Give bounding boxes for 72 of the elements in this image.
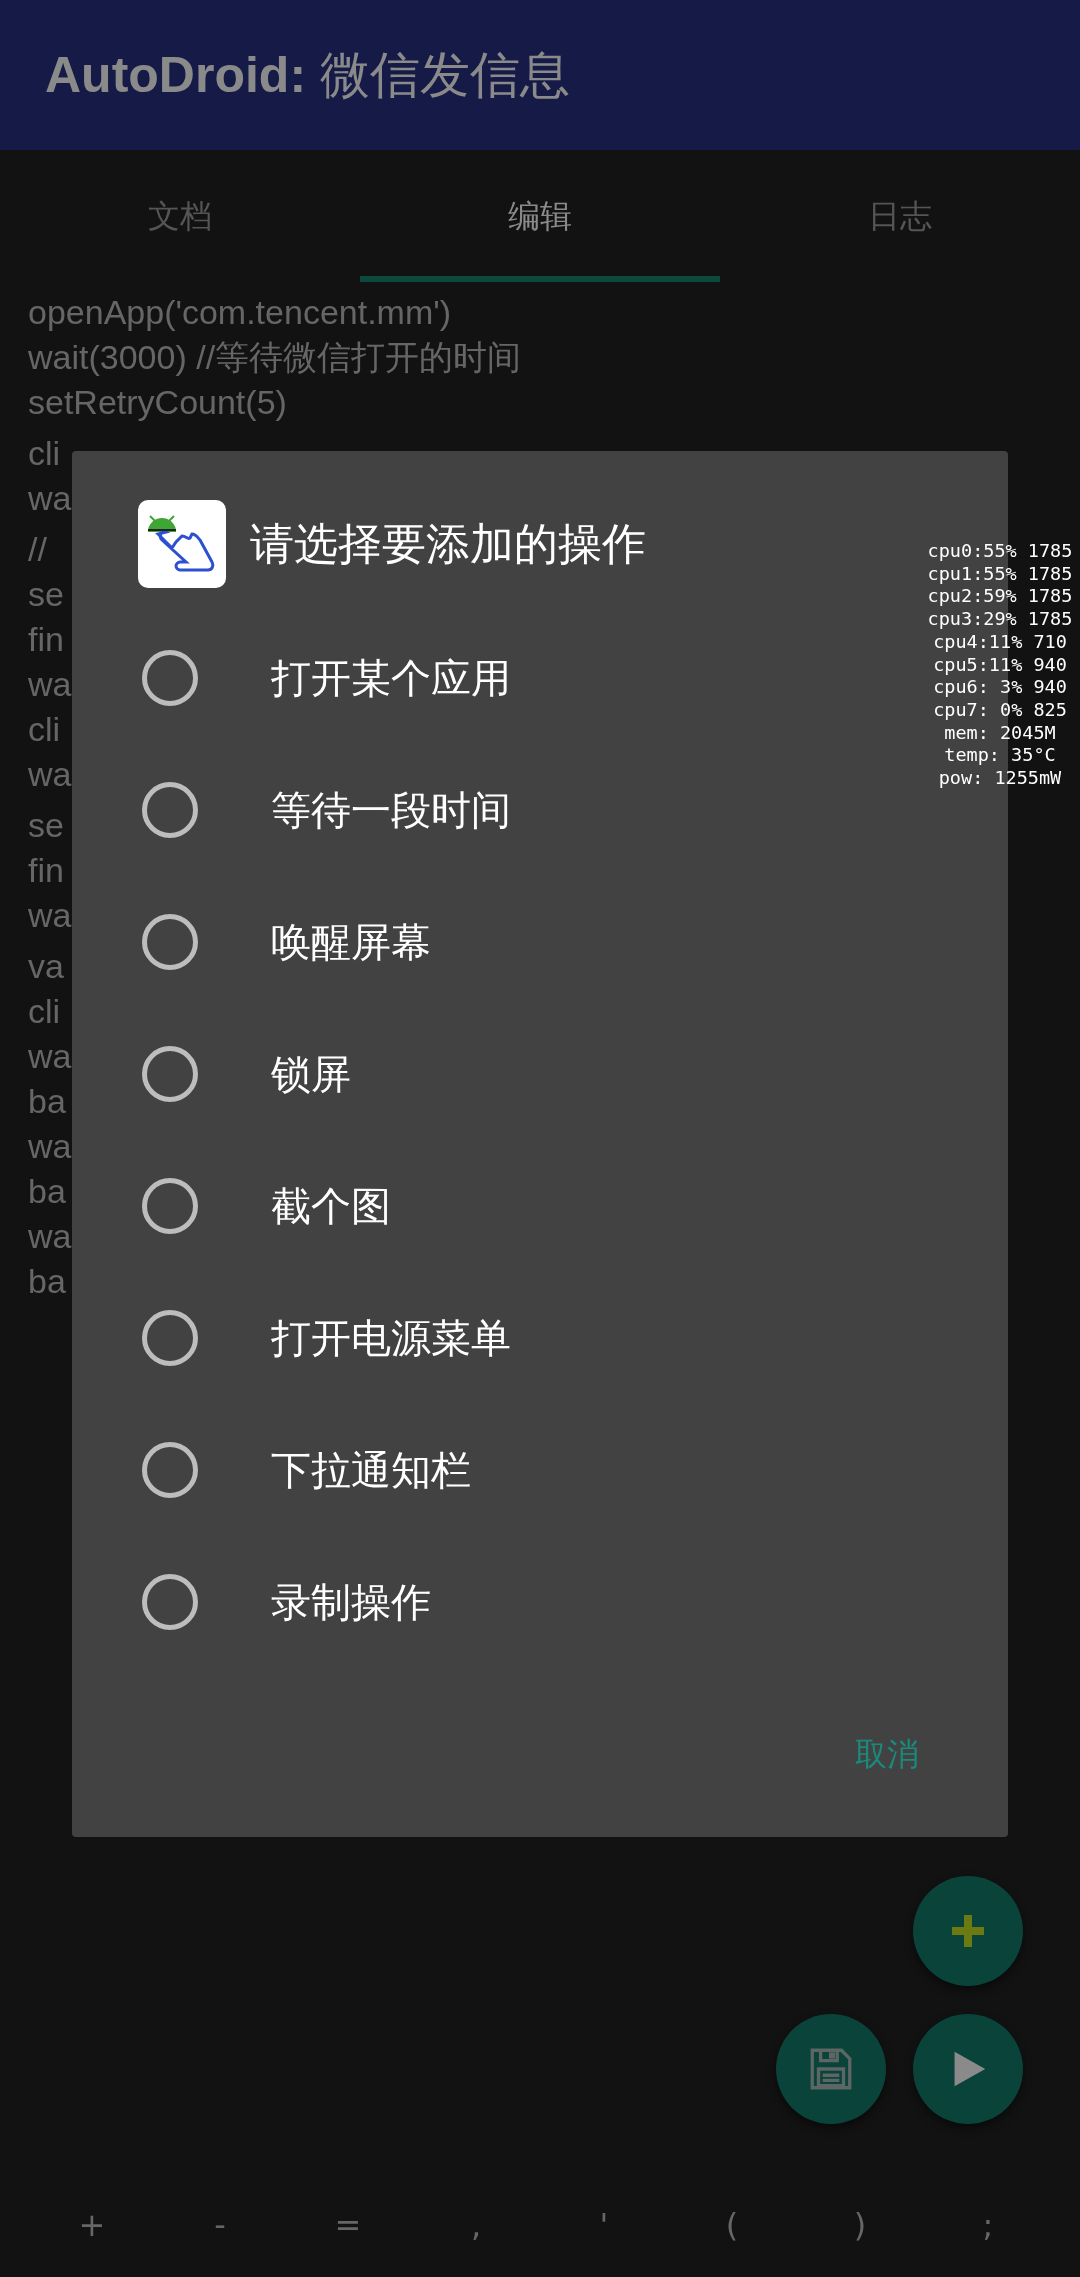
option-label: 等待一段时间 — [271, 786, 511, 835]
cancel-button[interactable]: 取消 — [849, 1729, 925, 1779]
code-line: wa — [28, 478, 72, 519]
code-line: ba — [28, 1171, 66, 1212]
symbol-key[interactable]: ) — [796, 2200, 924, 2250]
symbol-key[interactable]: - — [156, 2200, 284, 2250]
code-line: va — [28, 946, 64, 987]
code-line: cli — [28, 709, 61, 750]
code-line: se — [28, 805, 64, 846]
app-title: AutoDroid: 微信发信息 — [45, 45, 570, 105]
code-line: wa — [28, 1036, 72, 1077]
stats-line: cpu0:55% 1785 — [926, 540, 1074, 563]
code-line: openApp('com.tencent.mm') — [28, 292, 452, 333]
stats-line: cpu4:11% 710 — [932, 630, 1068, 654]
symbol-key[interactable]: + — [28, 2200, 156, 2250]
stats-line: mem: 2045M — [943, 721, 1057, 745]
stats-line: cpu5:11% 940 — [932, 653, 1068, 677]
symbol-key[interactable]: ; — [924, 2200, 1052, 2250]
code-line: setRetryCount(5) — [28, 382, 287, 423]
radio-option[interactable]: 录制操作 — [142, 1536, 431, 1668]
radio-button[interactable] — [142, 914, 198, 970]
stats-line: cpu7: 0% 825 — [932, 698, 1068, 722]
option-label: 下拉通知栏 — [271, 1446, 471, 1495]
option-label: 唤醒屏幕 — [271, 918, 431, 967]
stats-line: pow: 1255mW — [937, 767, 1063, 790]
code-line: // — [28, 529, 47, 570]
code-line: cli — [28, 991, 61, 1032]
code-line: ba — [28, 1081, 66, 1122]
code-line: wa — [28, 895, 72, 936]
option-label: 截个图 — [271, 1182, 391, 1231]
symbol-key[interactable]: ( — [668, 2200, 796, 2250]
option-label: 打开某个应用 — [271, 654, 511, 703]
stats-line: cpu1:55% 1785 — [926, 562, 1074, 586]
code-line: wait(3000) //等待微信打开的时间 — [28, 337, 522, 378]
radio-option[interactable]: 等待一段时间 — [142, 744, 511, 876]
stats-line: cpu2:59% 1785 — [926, 585, 1074, 609]
option-label: 打开电源菜单 — [271, 1314, 511, 1363]
symbol-key[interactable]: , — [412, 2200, 540, 2250]
code-line: cli — [28, 433, 61, 474]
tab[interactable]: 日志 — [720, 150, 1080, 282]
radio-option[interactable]: 打开某个应用 — [142, 612, 511, 744]
option-label: 录制操作 — [271, 1578, 431, 1627]
tab[interactable]: 编辑 — [360, 150, 720, 282]
tab[interactable]: 文档 — [0, 150, 360, 282]
radio-button[interactable] — [142, 1046, 198, 1102]
radio-option[interactable]: 截个图 — [142, 1140, 391, 1272]
code-line: wa — [28, 664, 72, 705]
radio-button[interactable] — [142, 782, 198, 838]
radio-button[interactable] — [142, 1442, 198, 1498]
stats-line: temp: 35°C — [943, 744, 1057, 768]
option-label: 锁屏 — [271, 1050, 351, 1099]
code-line: fin — [28, 850, 64, 891]
code-line: wa — [28, 1216, 72, 1257]
radio-button[interactable] — [142, 1574, 198, 1630]
radio-button[interactable] — [142, 1310, 198, 1366]
code-line: fin — [28, 619, 64, 660]
stats-line: cpu6: 3% 940 — [932, 676, 1068, 699]
radio-option[interactable]: 下拉通知栏 — [142, 1404, 471, 1536]
code-line: wa — [28, 754, 72, 795]
stats-line: cpu3:29% 1785 — [926, 608, 1074, 631]
code-line: ba — [28, 1261, 66, 1302]
code-line: se — [28, 574, 64, 615]
radio-button[interactable] — [142, 650, 198, 706]
symbol-key[interactable]: = — [284, 2200, 412, 2250]
radio-option[interactable]: 锁屏 — [142, 1008, 351, 1140]
symbol-key[interactable]: ' — [540, 2200, 668, 2250]
radio-option[interactable]: 打开电源菜单 — [142, 1272, 511, 1404]
app-icon — [138, 500, 226, 588]
radio-button[interactable] — [142, 1178, 198, 1234]
radio-option[interactable]: 唤醒屏幕 — [142, 876, 431, 1008]
dialog-title: 请选择要添加的操作 — [250, 517, 646, 571]
code-line: wa — [28, 1126, 72, 1167]
